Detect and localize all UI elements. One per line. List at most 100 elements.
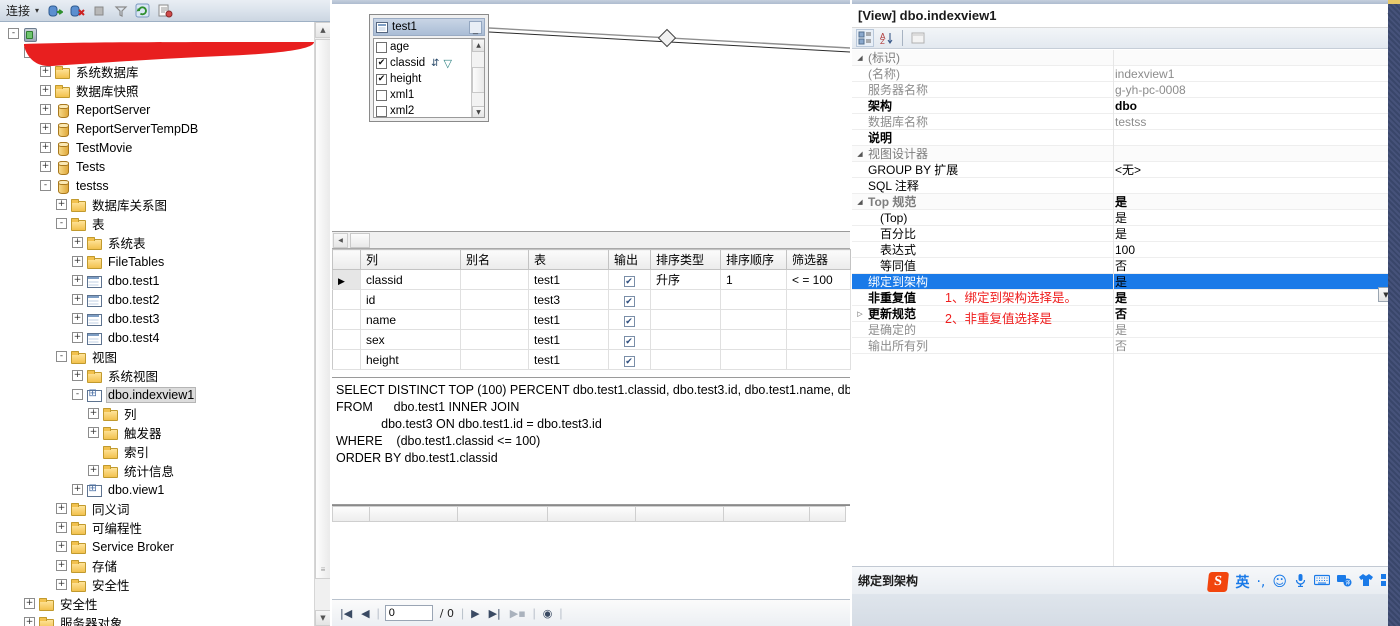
criteria-grid-body[interactable]: ▶ classid test1 ✔ 升序 1 < = 100 id test3 ✔ name test… (332, 269, 851, 370)
column-checkbox[interactable]: ✔ (376, 73, 387, 85)
grid-cell-filter[interactable] (786, 289, 851, 310)
tree-node[interactable]: + 统计信息 (0, 461, 314, 480)
property-value[interactable]: 100 (1113, 243, 1400, 257)
record-number-input[interactable]: 0 (384, 605, 433, 621)
diagram-pane[interactable]: test1 _ age ✔ classid ⇵ ▽ ✔ height xml1 xml2 ▲ ▼ (332, 4, 850, 232)
property-value[interactable]: dbo (1113, 99, 1400, 113)
criteria-grid-row[interactable]: height test1 ✔ (332, 349, 851, 370)
grid-cell-sort-type[interactable]: 升序 (650, 269, 721, 290)
grid-row-header[interactable] (332, 309, 361, 330)
tree-node[interactable]: + 安全性 (0, 575, 314, 594)
tree-node[interactable]: + 触发器 (0, 423, 314, 442)
grid-cell-table[interactable]: test1 (528, 269, 609, 290)
next-record-button[interactable]: ▶ (469, 607, 481, 620)
grid-cell-filter[interactable]: < = 100 (786, 269, 851, 290)
grid-cell-sort-order[interactable] (720, 309, 787, 330)
grid-cell-output[interactable]: ✔ (608, 329, 651, 350)
property-value[interactable]: 是 (1113, 225, 1400, 242)
output-checkbox[interactable]: ✔ (623, 315, 635, 327)
property-value[interactable]: 是 (1113, 273, 1400, 290)
output-checkbox[interactable]: ✔ (623, 355, 635, 367)
column-scroll-down-arrow[interactable]: ▼ (472, 106, 484, 117)
expand-toggle-icon[interactable]: + (40, 161, 51, 172)
table-column-list[interactable]: age ✔ classid ⇵ ▽ ✔ height xml1 xml2 ▲ ▼ (373, 38, 485, 118)
grid-cell-col[interactable]: height (360, 349, 461, 370)
docked-window-strip[interactable] (1388, 0, 1400, 626)
tree-node[interactable]: -表 (0, 214, 314, 233)
expand-toggle-icon[interactable]: + (24, 598, 35, 609)
property-row[interactable]: 等同值 否 (852, 258, 1400, 274)
criteria-grid-row[interactable]: ▶ classid test1 ✔ 升序 1 < = 100 (332, 269, 851, 290)
tree-node[interactable]: - testss (0, 176, 314, 195)
grid-cell-col[interactable]: classid (360, 269, 461, 290)
grid-column-header[interactable]: 别名 (460, 249, 529, 270)
diagram-scroll-thumb[interactable] (350, 232, 370, 248)
expand-toggle-icon[interactable]: + (56, 199, 67, 210)
column-checkbox[interactable] (376, 89, 387, 101)
soft-keyboard-icon[interactable] (1313, 574, 1331, 590)
output-checkbox[interactable]: ✔ (623, 335, 635, 347)
tree-node[interactable]: + 系统视图 (0, 366, 314, 385)
disconnect-db-icon[interactable] (67, 1, 86, 20)
criteria-grid[interactable]: 列别名表输出 排序类型 排序顺序 筛选器 ▶ classid test1 ✔ 升序 1 < = 1… (332, 249, 851, 378)
column-checkbox[interactable] (376, 41, 387, 53)
grid-row-header[interactable] (332, 329, 361, 350)
results-col-3[interactable] (548, 506, 636, 522)
results-col-2[interactable] (458, 506, 548, 522)
connect-dropdown-caret[interactable]: ▾ (35, 6, 39, 15)
scroll-down-arrow[interactable]: ▼ (315, 610, 330, 626)
table-column-rows[interactable]: age ✔ classid ⇵ ▽ ✔ height xml1 xml2 (374, 39, 484, 117)
grid-cell-output[interactable]: ✔ (608, 349, 651, 370)
expand-toggle-icon[interactable]: + (56, 522, 67, 533)
grid-cell-alias[interactable] (460, 289, 529, 310)
grid-cell-output[interactable]: ✔ (608, 269, 651, 290)
property-row[interactable]: 表达式 100 (852, 242, 1400, 258)
property-row[interactable]: 百分比 是 (852, 226, 1400, 242)
emoji-icon[interactable]: ☺ (1272, 574, 1287, 590)
criteria-grid-row[interactable]: sex test1 ✔ (332, 329, 851, 350)
grid-column-header[interactable]: 表 (528, 249, 609, 270)
diagram-scroll-left-arrow[interactable]: ◀ (333, 232, 348, 248)
tree-node[interactable]: + dbo.test3 (0, 309, 314, 328)
tree-node[interactable]: - dbo.indexview1 (0, 385, 314, 404)
first-record-button[interactable]: |◀ (338, 607, 354, 620)
grid-column-header[interactable]: 排序类型 (650, 249, 721, 270)
grid-cell-sort-order[interactable] (720, 329, 787, 350)
column-checkbox[interactable]: ✔ (376, 57, 387, 69)
property-category-row[interactable]: ◢ 视图设计器 (852, 146, 1400, 162)
property-row[interactable]: 是确定的是 (852, 322, 1400, 338)
grid-row-header[interactable]: ▶ (332, 269, 361, 290)
property-value[interactable]: 否 (1113, 305, 1400, 322)
collapse-toggle-icon[interactable]: - (56, 218, 67, 229)
collapse-toggle-icon[interactable]: - (40, 180, 51, 191)
collapse-toggle-icon[interactable]: - (56, 351, 67, 362)
expand-toggle-icon[interactable]: + (24, 617, 35, 626)
criteria-grid-row[interactable]: name test1 ✔ (332, 309, 851, 330)
grid-cell-sort-type[interactable] (650, 289, 721, 310)
property-row[interactable]: 非重复值是 (852, 290, 1400, 306)
expand-toggle-icon[interactable]: + (40, 85, 51, 96)
tree-node[interactable]: + 数据库关系图 (0, 195, 314, 214)
microphone-icon[interactable] (1294, 573, 1307, 591)
property-row[interactable]: 说明 (852, 130, 1400, 146)
prev-record-button[interactable]: ◀ (359, 607, 371, 620)
ime-toolbar[interactable]: S 英 ·, ☺ 译 (1207, 572, 1394, 592)
grid-cell-filter[interactable] (786, 329, 851, 350)
properties-rows[interactable]: ◢ (标识) (名称) indexview1 服务器名称 g-yh-pc-0008 架构 db… (852, 50, 1400, 354)
property-value[interactable]: <无> (1113, 161, 1400, 178)
grid-cell-filter[interactable] (786, 309, 851, 330)
connect-db-icon[interactable] (45, 1, 64, 20)
results-col-1[interactable] (370, 506, 458, 522)
sql-pane[interactable]: SELECT DISTINCT TOP (100) PERCENT dbo.te… (332, 378, 850, 505)
grid-column-header[interactable]: 筛选器 (786, 249, 851, 270)
last-record-button[interactable]: ▶| (487, 607, 503, 620)
tree-node[interactable]: + ReportServerTempDB (0, 119, 314, 138)
tree-node[interactable]: + 可编程性 (0, 518, 314, 537)
tree-node[interactable]: + ReportServer (0, 100, 314, 119)
property-pages-icon[interactable] (909, 29, 927, 47)
stop-icon[interactable] (89, 1, 108, 20)
tree-node[interactable]: + 服务器对象 (0, 613, 314, 626)
expand-toggle-icon[interactable]: + (40, 104, 51, 115)
expand-toggle-icon[interactable]: + (56, 579, 67, 590)
expander-icon[interactable]: ◢ (852, 150, 868, 158)
